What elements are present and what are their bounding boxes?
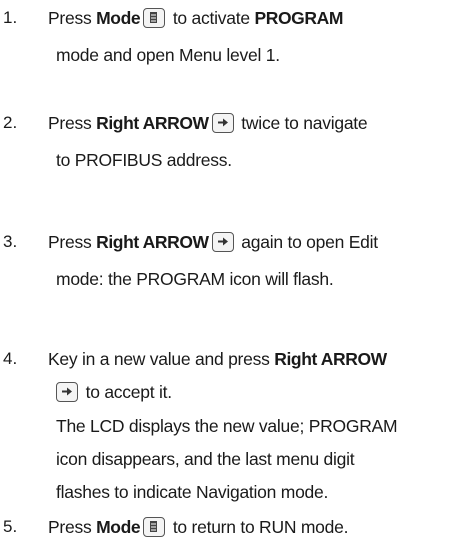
step-4-line-4: icon disappears, and the last menu digit bbox=[56, 449, 355, 469]
right-arrow-key-label: Right ARROW bbox=[96, 232, 209, 252]
mode-key-icon bbox=[143, 8, 166, 28]
right-arrow-key-label: Right ARROW bbox=[274, 349, 387, 369]
step-2-line-1: Press Right ARROW twice to navigate bbox=[48, 113, 368, 133]
right-arrow-key-label: Right ARROW bbox=[96, 113, 209, 133]
step-4-line-5: flashes to indicate Navigation mode. bbox=[56, 482, 329, 502]
step-3-line-1: Press Right ARROW again to open Edit bbox=[48, 232, 378, 252]
mode-key-label: Mode bbox=[96, 517, 141, 537]
step-1-line-1: Press Mode to activate PROGRAM bbox=[48, 8, 344, 28]
right-arrow-key-icon bbox=[211, 232, 234, 252]
mode-key-icon bbox=[143, 517, 166, 537]
step-number: 4. bbox=[3, 349, 18, 368]
program-label: PROGRAM bbox=[254, 8, 344, 28]
step-3-line-2: mode: the PROGRAM icon will flash. bbox=[56, 269, 334, 289]
step-5-line-1: Press Mode to return to RUN mode. bbox=[48, 517, 349, 537]
instruction-list: 1. Press Mode to activate PROGRAM mode a… bbox=[0, 0, 457, 556]
step-4-line-2: to accept it. bbox=[56, 377, 172, 407]
mode-key-label: Mode bbox=[96, 8, 141, 28]
step-4-line-1: Key in a new value and press Right ARROW bbox=[48, 349, 387, 369]
step-4-line-3: The LCD displays the new value; PROGRAM bbox=[56, 416, 398, 436]
step-2-line-2: to PROFIBUS address. bbox=[56, 150, 232, 170]
step-1-line-2: mode and open Menu level 1. bbox=[56, 45, 280, 65]
right-arrow-key-icon bbox=[211, 113, 234, 133]
step-number: 3. bbox=[3, 232, 18, 251]
step-number: 2. bbox=[3, 113, 18, 132]
right-arrow-key-icon bbox=[56, 382, 78, 402]
step-number: 1. bbox=[3, 8, 18, 27]
step-number: 5. bbox=[3, 517, 18, 536]
